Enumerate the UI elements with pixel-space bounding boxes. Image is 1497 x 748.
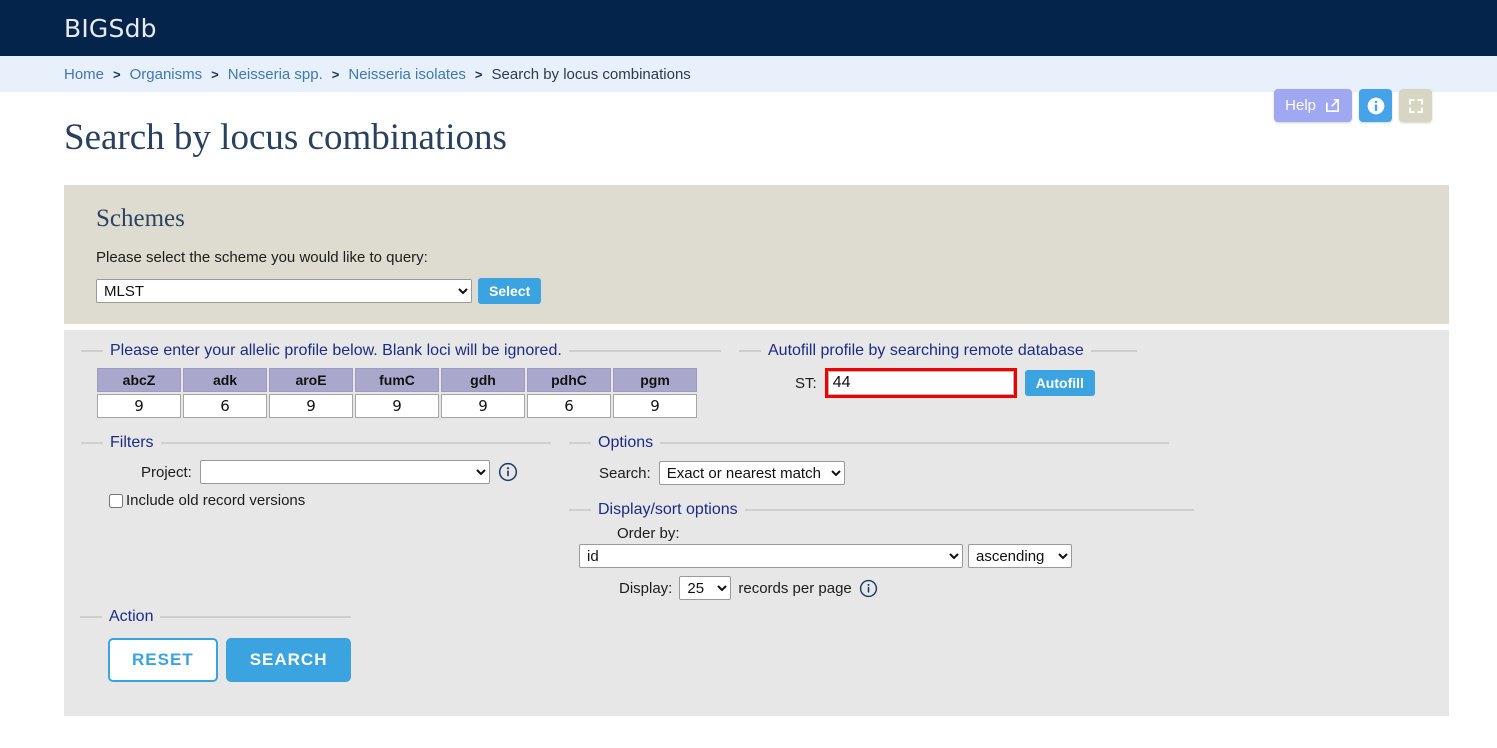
scheme-select[interactable]: MLST	[96, 279, 472, 303]
locus-header-fumC: fumC	[355, 368, 439, 392]
info-circle-icon	[1366, 96, 1386, 116]
breadcrumb-separator: >	[331, 66, 340, 82]
breadcrumb: Home > Organisms > Neisseria spp. > Neis…	[0, 56, 1497, 92]
order-by-label: Order by:	[617, 525, 680, 542]
autofill-fieldset: Autofill profile by searching remote dat…	[739, 342, 1137, 424]
autofill-row: ST: Autofill	[795, 368, 1137, 398]
include-old-versions-label: Include old record versions	[126, 492, 306, 509]
allele-input-gdh[interactable]: 9	[441, 394, 525, 418]
order-by-select[interactable]: id	[579, 544, 963, 568]
project-label: Project:	[141, 463, 192, 481]
reset-button[interactable]: RESET	[108, 638, 218, 682]
search-button[interactable]: SEARCH	[225, 638, 352, 682]
allelic-profile-table: abcZ adk aroE fumC gdh pdhC pgm 9 6 9 9 …	[95, 366, 699, 420]
locus-header-pgm: pgm	[613, 368, 697, 392]
allele-input-adk[interactable]: 6	[183, 394, 267, 418]
include-old-versions-row: Include old record versions	[109, 492, 551, 509]
options-column: Options Search: Exact or nearest match D…	[569, 434, 1194, 602]
action-buttons: RESET SEARCH	[108, 638, 352, 682]
scheme-select-row: MLST Select	[96, 278, 1433, 304]
order-by-row: id ascending	[579, 544, 1194, 568]
schemes-heading: Schemes	[96, 205, 185, 232]
allele-input-fumC[interactable]: 9	[355, 394, 439, 418]
filters-fieldset: Filters Project: Include old record vers…	[81, 434, 551, 587]
display-sort-fieldset: Display/sort options Order by: id ascend…	[569, 501, 1194, 602]
options-legend: Options	[598, 434, 654, 451]
display-label: Display:	[619, 579, 673, 597]
allele-input-aroE[interactable]: 9	[269, 394, 353, 418]
locus-header-gdh: gdh	[441, 368, 525, 392]
query-form-panel: Please enter your allelic profile below.…	[64, 330, 1449, 716]
profile-and-autofill-row: Please enter your allelic profile below.…	[80, 342, 1433, 424]
breadcrumb-separator: >	[211, 66, 219, 82]
allelic-profile-fieldset: Please enter your allelic profile below.…	[81, 342, 721, 424]
allele-value-row: 9 6 9 9 9 6 9	[97, 394, 697, 418]
st-input[interactable]	[827, 371, 1014, 395]
project-select[interactable]	[199, 460, 490, 484]
page-toolbar: Help	[1274, 89, 1432, 122]
breadcrumb-item-home[interactable]: Home	[64, 66, 104, 83]
order-direction-select[interactable]: ascending	[968, 544, 1072, 568]
records-per-page-row: Display: 25 records per page	[619, 576, 1194, 600]
fullscreen-button[interactable]	[1399, 89, 1432, 122]
autofill-legend: Autofill profile by searching remote dat…	[768, 342, 1084, 359]
app-brand: BIGSdb	[64, 13, 157, 43]
locus-header-aroE: aroE	[269, 368, 353, 392]
breadcrumb-separator: >	[113, 66, 121, 82]
search-mode-select[interactable]: Exact or nearest match	[658, 461, 845, 485]
filters-legend: Filters	[110, 434, 154, 451]
autofill-button[interactable]: Autofill	[1024, 370, 1095, 396]
options-fieldset: Options Search: Exact or nearest match	[569, 434, 1169, 491]
search-mode-row: Search: Exact or nearest match	[599, 461, 1169, 485]
breadcrumb-separator: >	[474, 66, 483, 82]
breadcrumb-item-organisms[interactable]: Organisms	[130, 66, 203, 83]
breadcrumb-item-current: Search by locus combinations	[491, 65, 691, 83]
allele-input-pdhC[interactable]: 6	[527, 394, 611, 418]
locus-header-row: abcZ adk aroE fumC gdh pdhC pgm	[97, 368, 697, 392]
expand-icon	[1407, 97, 1425, 115]
schemes-panel: Schemes Please select the scheme you wou…	[64, 185, 1449, 324]
locus-header-pdhC: pdhC	[527, 368, 611, 392]
records-per-page-select[interactable]: 25	[679, 576, 732, 600]
filters-and-options-row: Filters Project: Include old record vers…	[80, 434, 1433, 602]
external-link-icon	[1324, 97, 1341, 114]
app-header: BIGSdb	[0, 0, 1497, 56]
search-mode-label: Search:	[599, 464, 651, 482]
breadcrumb-item-neisseria-isolates[interactable]: Neisseria isolates	[348, 66, 466, 83]
project-info-icon[interactable]	[498, 462, 518, 482]
allelic-profile-legend: Please enter your allelic profile below.…	[110, 342, 562, 359]
st-label: ST:	[795, 374, 817, 392]
action-fieldset: Action RESET SEARCH	[80, 608, 352, 682]
schemes-instruction: Please select the scheme you would like …	[96, 249, 428, 266]
help-button-label: Help	[1285, 97, 1316, 114]
include-old-versions-checkbox[interactable]	[109, 493, 123, 508]
locus-header-adk: adk	[183, 368, 267, 392]
action-legend: Action	[109, 608, 154, 625]
allele-input-abcZ[interactable]: 9	[97, 394, 181, 418]
st-input-highlight	[824, 368, 1017, 398]
locus-header-abcZ: abcZ	[97, 368, 181, 392]
breadcrumb-item-neisseria-spp[interactable]: Neisseria spp.	[228, 66, 323, 83]
records-per-page-info-icon[interactable]	[859, 579, 878, 598]
page-title: Search by locus combinations	[64, 117, 507, 158]
display-sort-legend: Display/sort options	[598, 501, 738, 518]
records-per-page-suffix: records per page	[738, 579, 852, 597]
filters-column: Filters Project: Include old record vers…	[81, 434, 551, 602]
scheme-select-button[interactable]: Select	[478, 278, 542, 304]
help-button[interactable]: Help	[1274, 89, 1352, 122]
project-filter-row: Project:	[141, 460, 551, 484]
allele-input-pgm[interactable]: 9	[613, 394, 697, 418]
info-button[interactable]	[1359, 89, 1392, 122]
